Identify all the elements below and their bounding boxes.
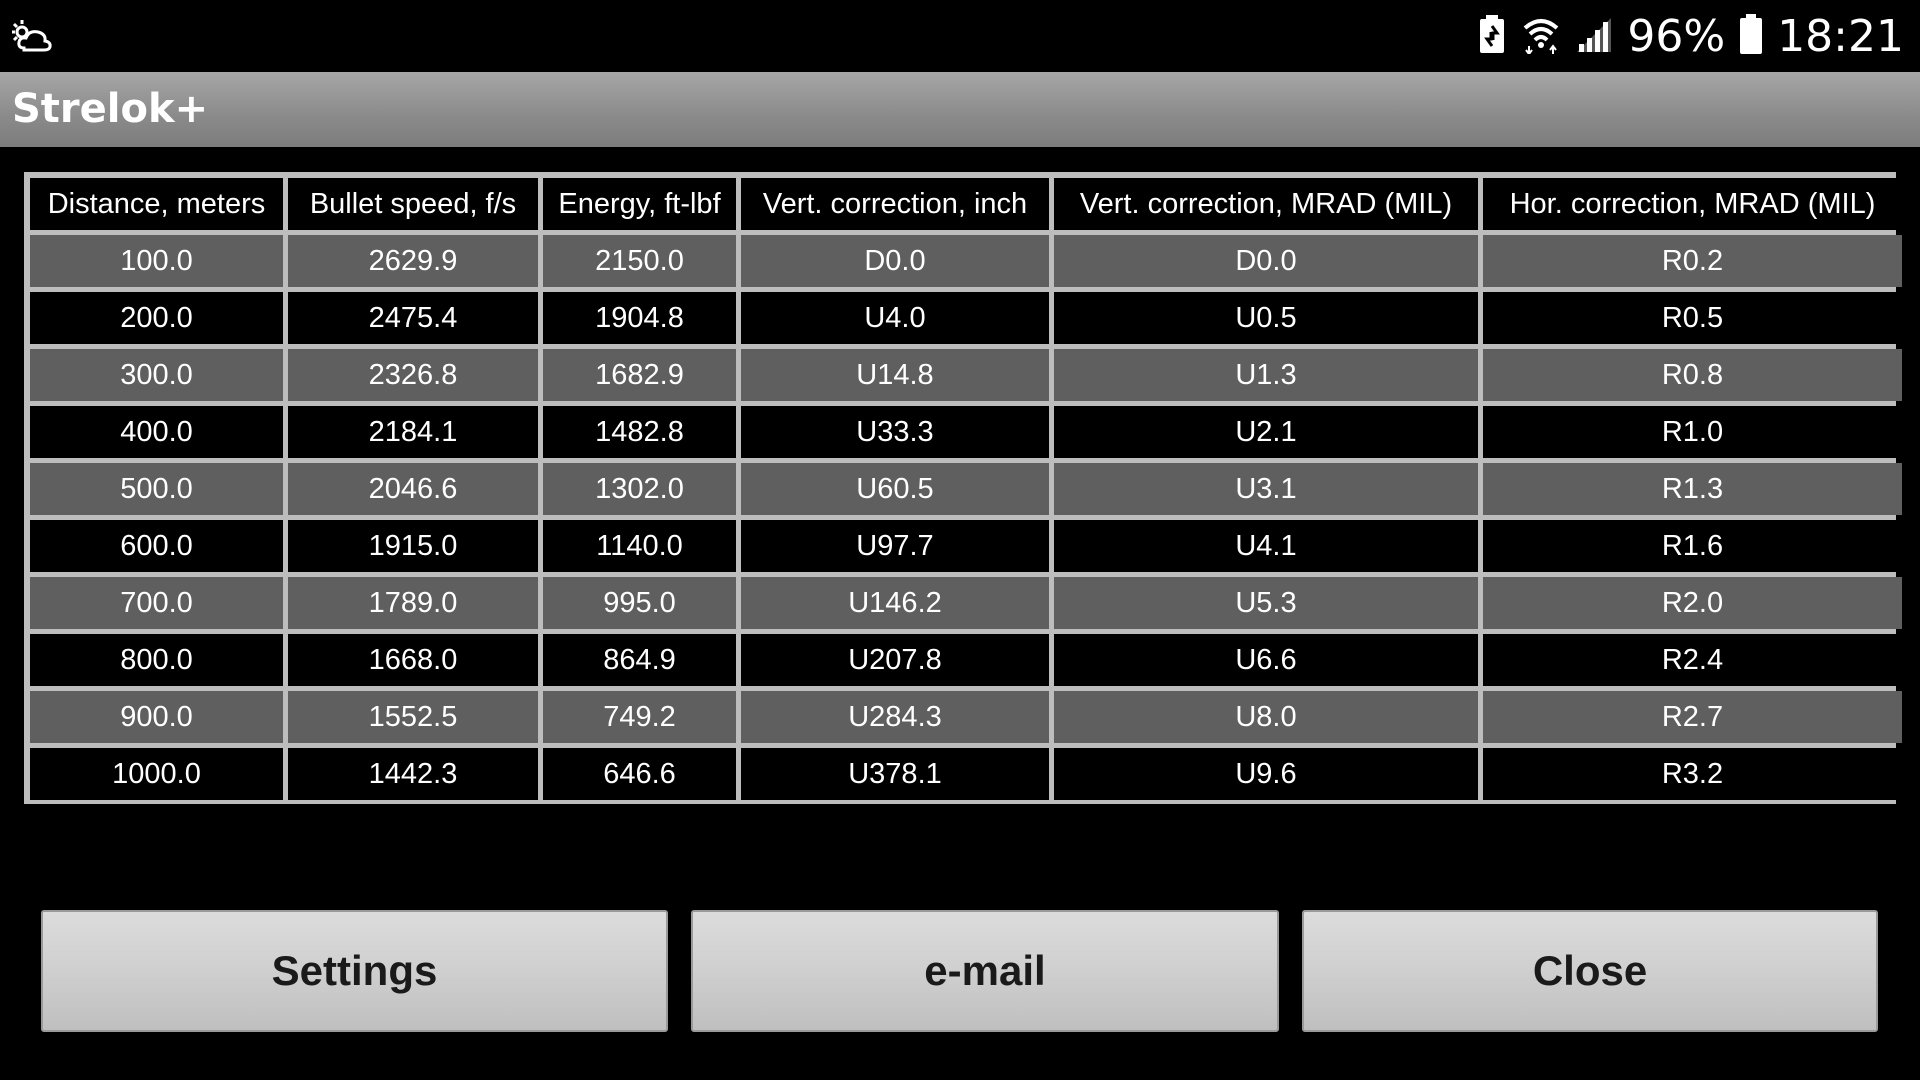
wifi-icon xyxy=(1521,14,1561,59)
cell-distance: 100.0 xyxy=(30,235,283,287)
header-bullet-speed: Bullet speed, f/s xyxy=(288,178,538,230)
cell-vert-correction-inch: U207.8 xyxy=(741,634,1049,686)
cell-bullet-speed: 1668.0 xyxy=(288,634,538,686)
table-row: 100.0 2629.9 2150.0 D0.0 D0.0 R0.2 xyxy=(30,235,1902,287)
settings-button[interactable]: Settings xyxy=(41,910,668,1032)
battery-icon xyxy=(1739,13,1763,60)
cell-bullet-speed: 1915.0 xyxy=(288,520,538,572)
table-body: 100.0 2629.9 2150.0 D0.0 D0.0 R0.2 200.0 2475.4… xyxy=(30,235,1902,800)
table-row: 800.0 1668.0 864.9 U207.8 U6.6 R2.4 xyxy=(30,634,1902,686)
ballistic-table: Distance, meters Bullet speed, f/s Energ… xyxy=(24,172,1902,804)
close-button[interactable]: Close xyxy=(1302,910,1878,1032)
cell-hor-correction-mrad: R0.2 xyxy=(1483,235,1902,287)
cell-bullet-speed: 2184.1 xyxy=(288,406,538,458)
cell-distance: 700.0 xyxy=(30,577,283,629)
cell-vert-correction-inch: U284.3 xyxy=(741,691,1049,743)
cell-hor-correction-mrad: R1.6 xyxy=(1483,520,1902,572)
cell-distance: 800.0 xyxy=(30,634,283,686)
header-hor-correction-mrad: Hor. correction, MRAD (MIL) xyxy=(1483,178,1902,230)
cell-bullet-speed: 2046.6 xyxy=(288,463,538,515)
battery-percent: 96% xyxy=(1627,10,1726,62)
cell-energy: 2150.0 xyxy=(543,235,736,287)
cell-hor-correction-mrad: R1.3 xyxy=(1483,463,1902,515)
cell-vert-correction-inch: U60.5 xyxy=(741,463,1049,515)
table-row: 600.0 1915.0 1140.0 U97.7 U4.1 R1.6 xyxy=(30,520,1902,572)
header-vert-correction-inch: Vert. correction, inch xyxy=(741,178,1049,230)
cell-hor-correction-mrad: R2.0 xyxy=(1483,577,1902,629)
cell-vert-correction-mrad: U1.3 xyxy=(1054,349,1478,401)
cell-vert-correction-mrad: U8.0 xyxy=(1054,691,1478,743)
cell-energy: 1904.8 xyxy=(543,292,736,344)
app-title: Strelok+ xyxy=(12,86,209,132)
cell-vert-correction-inch: U4.0 xyxy=(741,292,1049,344)
ballistic-table-grid: Distance, meters Bullet speed, f/s Energ… xyxy=(25,173,1907,805)
clock: 18:21 xyxy=(1777,10,1904,62)
cell-vert-correction-mrad: U2.1 xyxy=(1054,406,1478,458)
table-row: 500.0 2046.6 1302.0 U60.5 U3.1 R1.3 xyxy=(30,463,1902,515)
cell-energy: 995.0 xyxy=(543,577,736,629)
cell-bullet-speed: 2326.8 xyxy=(288,349,538,401)
cell-energy: 749.2 xyxy=(543,691,736,743)
table-row: 700.0 1789.0 995.0 U146.2 U5.3 R2.0 xyxy=(30,577,1902,629)
cell-vert-correction-mrad: U0.5 xyxy=(1054,292,1478,344)
cell-hor-correction-mrad: R0.5 xyxy=(1483,292,1902,344)
table-row: 200.0 2475.4 1904.8 U4.0 U0.5 R0.5 xyxy=(30,292,1902,344)
cell-energy: 646.6 xyxy=(543,748,736,800)
table-row: 1000.0 1442.3 646.6 U378.1 U9.6 R3.2 xyxy=(30,748,1902,800)
header-energy: Energy, ft-lbf xyxy=(543,178,736,230)
cell-distance: 300.0 xyxy=(30,349,283,401)
cell-energy: 1302.0 xyxy=(543,463,736,515)
email-button[interactable]: e-mail xyxy=(691,910,1279,1032)
cell-energy: 1482.8 xyxy=(543,406,736,458)
cell-vert-correction-inch: D0.0 xyxy=(741,235,1049,287)
cell-vert-correction-mrad: U4.1 xyxy=(1054,520,1478,572)
status-bar: 96% 18:21 xyxy=(0,0,1920,72)
cell-energy: 1140.0 xyxy=(543,520,736,572)
cell-hor-correction-mrad: R1.0 xyxy=(1483,406,1902,458)
cell-energy: 1682.9 xyxy=(543,349,736,401)
cell-hor-correction-mrad: R3.2 xyxy=(1483,748,1902,800)
signal-icon xyxy=(1575,14,1613,59)
status-right: 96% 18:21 xyxy=(1477,0,1904,72)
cell-bullet-speed: 1442.3 xyxy=(288,748,538,800)
cell-vert-correction-mrad: U6.6 xyxy=(1054,634,1478,686)
table-row: 400.0 2184.1 1482.8 U33.3 U2.1 R1.0 xyxy=(30,406,1902,458)
weather-cloud-icon xyxy=(10,16,54,56)
cell-bullet-speed: 1552.5 xyxy=(288,691,538,743)
cell-distance: 1000.0 xyxy=(30,748,283,800)
cell-energy: 864.9 xyxy=(543,634,736,686)
cell-hor-correction-mrad: R0.8 xyxy=(1483,349,1902,401)
cell-distance: 500.0 xyxy=(30,463,283,515)
cell-vert-correction-inch: U14.8 xyxy=(741,349,1049,401)
header-distance: Distance, meters xyxy=(30,178,283,230)
cell-vert-correction-mrad: D0.0 xyxy=(1054,235,1478,287)
battery-saver-icon xyxy=(1477,13,1507,60)
action-bar: Strelok+ xyxy=(0,72,1920,147)
cell-distance: 400.0 xyxy=(30,406,283,458)
cell-vert-correction-inch: U33.3 xyxy=(741,406,1049,458)
cell-vert-correction-mrad: U3.1 xyxy=(1054,463,1478,515)
cell-distance: 600.0 xyxy=(30,520,283,572)
cell-hor-correction-mrad: R2.7 xyxy=(1483,691,1902,743)
cell-bullet-speed: 1789.0 xyxy=(288,577,538,629)
screen: 96% 18:21 Strelok+ Distance, meters Bull… xyxy=(0,0,1920,1080)
cell-vert-correction-mrad: U5.3 xyxy=(1054,577,1478,629)
cell-bullet-speed: 2629.9 xyxy=(288,235,538,287)
cell-vert-correction-inch: U378.1 xyxy=(741,748,1049,800)
cell-hor-correction-mrad: R2.4 xyxy=(1483,634,1902,686)
table-row: 900.0 1552.5 749.2 U284.3 U8.0 R2.7 xyxy=(30,691,1902,743)
cell-distance: 200.0 xyxy=(30,292,283,344)
header-vert-correction-mrad: Vert. correction, MRAD (MIL) xyxy=(1054,178,1478,230)
cell-distance: 900.0 xyxy=(30,691,283,743)
cell-vert-correction-mrad: U9.6 xyxy=(1054,748,1478,800)
table-header-row: Distance, meters Bullet speed, f/s Energ… xyxy=(30,178,1902,230)
cell-vert-correction-inch: U97.7 xyxy=(741,520,1049,572)
table-row: 300.0 2326.8 1682.9 U14.8 U1.3 R0.8 xyxy=(30,349,1902,401)
cell-vert-correction-inch: U146.2 xyxy=(741,577,1049,629)
cell-bullet-speed: 2475.4 xyxy=(288,292,538,344)
